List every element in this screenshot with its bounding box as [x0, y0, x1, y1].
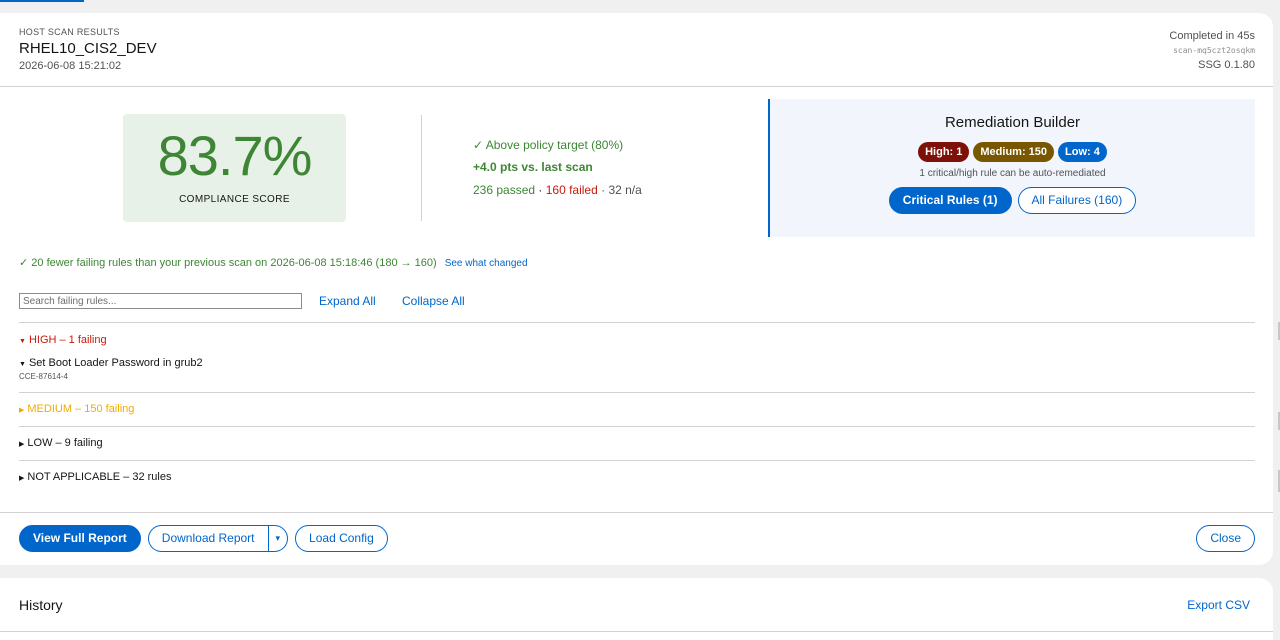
scan-results-card: HOST SCAN RESULTS RHEL10_CIS2_DEV 2026-0… [0, 13, 1273, 565]
close-button[interactable]: Close [1196, 525, 1255, 552]
active-tab-indicator [0, 0, 84, 2]
count-separator: · [535, 183, 546, 197]
card-header: HOST SCAN RESULTS RHEL10_CIS2_DEV 2026-0… [0, 13, 1273, 87]
score-stats: ✓ Above policy target (80%) +4.0 pts vs.… [473, 137, 642, 198]
severity-badges: High: 1 Medium: 150 Low: 4 [770, 142, 1255, 162]
compliance-score-value: 83.7% [157, 124, 313, 187]
score-delta-text: +4.0 pts vs. last scan [473, 160, 593, 174]
severity-group-low[interactable]: ▶ LOW – 9 failing [19, 437, 103, 449]
na-count: 32 n/a [608, 183, 642, 197]
caret-down-icon: ▼ [19, 338, 26, 345]
change-text: ✓ 20 fewer failing rules than your previ… [19, 257, 437, 269]
passed-count: 236 passed [473, 183, 536, 197]
policy-target-text: ✓ Above policy target (80%) [473, 138, 624, 152]
export-csv-link[interactable]: Export CSV [1187, 598, 1250, 612]
ssg-version: SSG 0.1.80 [1198, 59, 1255, 71]
footer-actions: View Full Report Download Report ▾ Load C… [19, 525, 395, 552]
severity-group-label: NOT APPLICABLE – 32 rules [27, 471, 172, 483]
divider [19, 322, 1255, 323]
low-badge: Low: 4 [1058, 142, 1107, 162]
caret-right-icon: ▶ [19, 441, 25, 448]
remediation-builder-title: Remediation Builder [944, 114, 1081, 131]
scan-meta: Completed in 45s scan-mq5czt2osqkm SSG 0… [1169, 29, 1255, 73]
medium-badge: Medium: 150 [973, 142, 1055, 162]
header-subtitle: HOST SCAN RESULTS [19, 27, 120, 37]
caret-down-icon: ▼ [19, 361, 26, 368]
load-config-button[interactable]: Load Config [295, 525, 388, 552]
scan-date: 2026-06-08 15:21:02 [19, 60, 122, 72]
scan-id: scan-mq5czt2osqkm [1173, 46, 1255, 55]
footer-divider [0, 512, 1273, 513]
severity-group-not-applicable[interactable]: ▶ NOT APPLICABLE – 32 rules [19, 471, 171, 483]
rule-counts: 236 passed · 160 failed · 32 n/a [473, 182, 642, 198]
scan-change-summary: ✓ 20 fewer failing rules than your previ… [19, 256, 528, 269]
chevron-down-icon: ▾ [275, 533, 281, 543]
download-options-toggle[interactable]: ▾ [267, 525, 289, 552]
expand-all-link[interactable]: Expand All [319, 294, 376, 308]
count-separator: · [597, 183, 609, 197]
rule-item[interactable]: ▼ Set Boot Loader Password in grub2 [19, 357, 203, 369]
download-report-button[interactable]: Download Report [147, 525, 269, 552]
high-badge: High: 1 [918, 142, 970, 162]
download-report-split-button: Download Report ▾ [147, 525, 289, 552]
collapse-all-link[interactable]: Collapse All [402, 294, 465, 308]
vertical-divider [421, 115, 422, 221]
divider [19, 392, 1255, 393]
divider [19, 460, 1255, 461]
search-failing-rules-input[interactable] [19, 293, 302, 309]
rule-cce-id: CCE-87614-4 [19, 372, 68, 381]
rule-name: Set Boot Loader Password in grub2 [28, 357, 203, 369]
all-failures-button[interactable]: All Failures (160) [1017, 187, 1137, 214]
view-full-report-button[interactable]: View Full Report [19, 525, 141, 552]
remediation-buttons: Critical Rules (1) All Failures (160) [770, 187, 1255, 214]
caret-right-icon: ▶ [19, 475, 25, 482]
host-profile-title: RHEL10_CIS2_DEV [19, 40, 157, 57]
divider [0, 631, 1273, 632]
compliance-score-label: COMPLIANCE SCORE [179, 194, 290, 205]
remediation-builder-panel: Remediation Builder High: 1 Medium: 150 … [768, 99, 1255, 237]
caret-right-icon: ▶ [19, 407, 25, 414]
auto-remediate-note: 1 critical/high rule can be auto-remedia… [919, 168, 1106, 179]
severity-group-high[interactable]: ▼ HIGH – 1 failing [19, 334, 107, 346]
completed-time: Completed in 45s [1169, 30, 1255, 42]
severity-group-label: LOW – 9 failing [27, 437, 103, 449]
severity-group-medium[interactable]: ▶ MEDIUM – 150 failing [19, 403, 134, 415]
see-what-changed-link[interactable]: See what changed [445, 258, 528, 269]
divider [19, 426, 1255, 427]
failed-count: 160 failed [545, 183, 598, 197]
compliance-score-box: 83.7% COMPLIANCE SCORE [123, 114, 346, 222]
severity-group-label: MEDIUM – 150 failing [27, 403, 135, 415]
history-card: History Export CSV [0, 578, 1273, 640]
severity-group-label: HIGH – 1 failing [28, 334, 107, 346]
history-title: History [19, 597, 63, 613]
critical-rules-button[interactable]: Critical Rules (1) [888, 187, 1012, 214]
